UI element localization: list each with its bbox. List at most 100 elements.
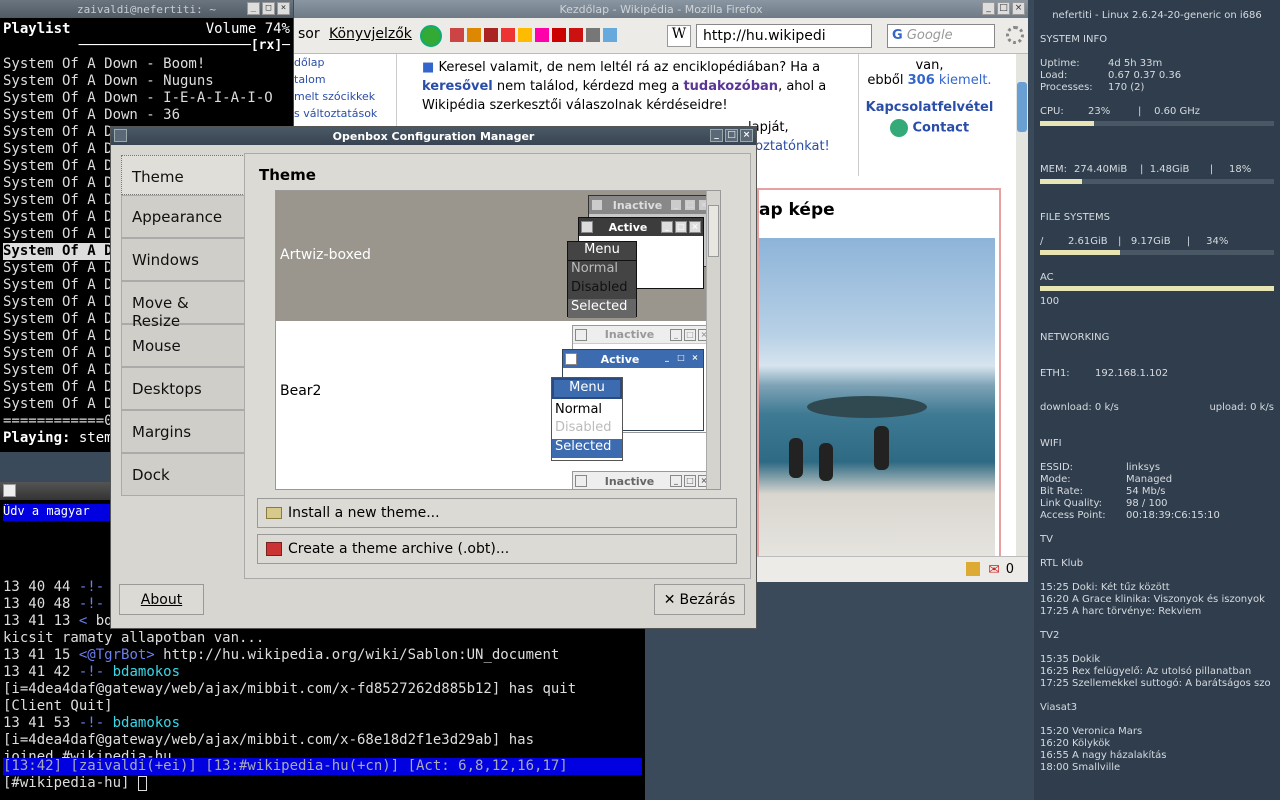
mail-count: 0 — [1005, 562, 1014, 577]
irc-line: [i=4dea4daf@gateway/web/ajax/mibbit.com/… — [3, 732, 535, 748]
playlist-item[interactable]: System Of A Down - Nuguns — [3, 73, 290, 90]
terminal-titlebar[interactable]: zaivaldi@nefertiti: ~ _ □ × — [0, 0, 293, 18]
net-speed-row: download: 0 k/s upload: 0 k/s — [1040, 402, 1274, 413]
window-title: Kezdőlap - Wikipédia - Mozilla Firefox — [559, 2, 763, 16]
tab-theme[interactable]: Theme — [121, 155, 245, 195]
tab-windows[interactable]: Windows — [121, 238, 245, 281]
vertical-scrollbar[interactable] — [1016, 54, 1028, 556]
sidebar-link[interactable]: talom — [294, 71, 396, 88]
volume-label: Volume 74% — [205, 21, 290, 37]
minimize-button[interactable]: _ — [982, 2, 995, 15]
tab-mouse[interactable]: Mouse — [121, 324, 245, 367]
link-tudakozo[interactable]: tudakozóban — [683, 79, 778, 94]
cpu-bar — [1040, 121, 1274, 126]
maximize-button[interactable]: □ — [725, 129, 738, 142]
irc-line: kicsit ramaty allapotban van... — [3, 630, 265, 646]
minimize-button[interactable]: _ — [247, 2, 260, 15]
dialog-titlebar[interactable]: Openbox Configuration Manager _ □ × — [111, 127, 756, 145]
playlist-item[interactable]: System Of A Down - I-E-A-I-A-I-O — [3, 90, 290, 107]
addon-icon[interactable] — [450, 28, 464, 42]
addon-icon[interactable] — [552, 28, 566, 42]
url-bar[interactable]: http://hu.wikipedi — [696, 24, 872, 48]
search-bar[interactable]: G Google — [887, 24, 995, 48]
tab-move-resize[interactable]: Move & Resize — [121, 281, 245, 330]
contact-link[interactable]: Contact — [859, 119, 1000, 137]
gmail-icon[interactable] — [501, 28, 515, 42]
wifi-block: ESSID: linksys Mode: Managed Bit Rate: 54 M… — [1040, 462, 1220, 521]
theme-list[interactable]: Artwiz-boxed Inactive _ □ × Active _ □ × Menu … — [275, 190, 721, 490]
youtube-icon[interactable] — [569, 28, 583, 42]
maximize-button[interactable]: □ — [997, 2, 1010, 15]
fragment-link[interactable]: koztatónkat! — [748, 139, 830, 154]
playlist-item[interactable]: System Of A Down - Boom! — [3, 56, 290, 73]
tab-dock[interactable]: Dock — [121, 453, 245, 496]
menu-bookmarks[interactable]: Könyvjelzők — [329, 26, 412, 42]
theme-list-scrollbar[interactable] — [706, 191, 720, 489]
link-kereso[interactable]: keresővel — [422, 79, 493, 94]
addon-icon[interactable] — [484, 28, 498, 42]
preview-menu: Menu Normal Disabled Selected — [551, 377, 623, 461]
settings-tabs: Theme Appearance Windows Move & Resize Mouse… — [121, 155, 245, 496]
close-button[interactable]: × — [740, 129, 753, 142]
wikipedia-icon[interactable]: W — [667, 25, 691, 47]
sidebar-link[interactable]: dőlap — [294, 54, 396, 71]
flickr-icon[interactable] — [535, 28, 549, 42]
fs-heading: FILE SYSTEMS — [1040, 212, 1110, 223]
fs-bar — [1040, 250, 1274, 255]
penguin-photo[interactable] — [759, 238, 995, 558]
close-dialog-button[interactable]: ✕ Bezárás — [654, 584, 745, 615]
addon-icon[interactable] — [603, 28, 617, 42]
about-button[interactable]: About — [119, 584, 204, 615]
addon-icon[interactable] — [518, 28, 532, 42]
cpu-row: CPU: 23% | 0.60 GHz — [1040, 106, 1201, 117]
mem-row: MEM: 274.40MiB | 1.48GiB | 18% — [1040, 164, 1252, 175]
theme-name: Artwiz-boxed — [280, 247, 371, 263]
theme-name: Bear2 — [280, 383, 322, 399]
viasat-schedule: 15:20 Veronica Mars 16:20 Kölykök 16:55 A … — [1040, 726, 1167, 773]
close-button[interactable]: × — [277, 2, 290, 15]
theme-item-next[interactable]: Inactive _ □ × — [276, 471, 714, 489]
preview-inactive-window: Inactive _ □ × — [572, 471, 713, 489]
irc-line: 13 41 15 <@TgrBot> http://hu.wikipedia.o… — [3, 647, 560, 663]
photo-box: ap képe — [757, 188, 1001, 582]
tab-appearance[interactable]: Appearance — [121, 195, 245, 238]
mem-bar — [1040, 179, 1274, 184]
dialog-title: Openbox Configuration Manager — [332, 129, 535, 143]
contact-heading[interactable]: Kapcsolatfelvétel — [859, 100, 1000, 115]
go-icon[interactable] — [420, 25, 442, 47]
gmail-status-icon[interactable]: ✉ — [988, 562, 1000, 578]
irc-line: 13 41 42 -!- bdamokos — [3, 664, 181, 680]
tab-desktops[interactable]: Desktops — [121, 367, 245, 410]
irc-line: [Client Quit] — [3, 698, 113, 714]
irc-input[interactable]: [#wikipedia-hu] — [3, 775, 147, 791]
theme-item-artwiz-boxed[interactable]: Artwiz-boxed Inactive _ □ × Active _ □ × Menu … — [276, 191, 714, 321]
playlist-item[interactable]: System Of A Down - 36 — [3, 107, 290, 124]
irc-line: [i=4dea4daf@gateway/web/ajax/mibbit.com/… — [3, 681, 577, 697]
addon-status-icon[interactable] — [966, 562, 980, 576]
window-menu-icon[interactable] — [3, 484, 16, 497]
tv2-schedule: 15:35 Dokik 16:25 Rex felügyelő: Az utols… — [1040, 654, 1271, 689]
firefox-titlebar[interactable]: Kezdőlap - Wikipédia - Mozilla Firefox _… — [294, 0, 1028, 18]
obconf-dialog[interactable]: Openbox Configuration Manager _ □ × Theme A… — [110, 126, 757, 629]
globe-icon — [889, 119, 908, 137]
addon-icons — [450, 28, 617, 42]
sidebar-link[interactable]: melt szócikkek — [294, 88, 396, 105]
stats-text: van, — [915, 58, 944, 73]
maximize-button[interactable]: □ — [262, 2, 275, 15]
preview-menu: Menu Normal Disabled Selected — [567, 241, 637, 318]
close-button[interactable]: × — [1012, 2, 1025, 15]
minimize-button[interactable]: _ — [710, 129, 723, 142]
addon-icon[interactable] — [586, 28, 600, 42]
install-theme-button[interactable]: Install a new theme... — [257, 498, 737, 528]
menu-history[interactable]: sor — [298, 26, 320, 42]
addon-icon[interactable] — [467, 28, 481, 42]
theme-item-bear2[interactable]: Bear2 Inactive _ □ × Active _ □ × Menu Normal … — [276, 321, 714, 471]
sidebar-link[interactable]: s változtatások — [294, 105, 396, 122]
wiki-sidebar: dőlap talom melt szócikkek s változtatások — [294, 54, 397, 126]
tab-margins[interactable]: Margins — [121, 410, 245, 453]
create-archive-button[interactable]: Create a theme archive (.obt)... — [257, 534, 737, 564]
rtl-schedule: 15:25 Doki: Két tűz között 16:20 A Grace … — [1040, 582, 1265, 617]
intro-paragraph: ■ Keresel valamit, de nem leltél rá az e… — [422, 60, 827, 113]
window-menu-icon[interactable] — [114, 129, 127, 142]
tv-heading: TV — [1040, 534, 1053, 545]
